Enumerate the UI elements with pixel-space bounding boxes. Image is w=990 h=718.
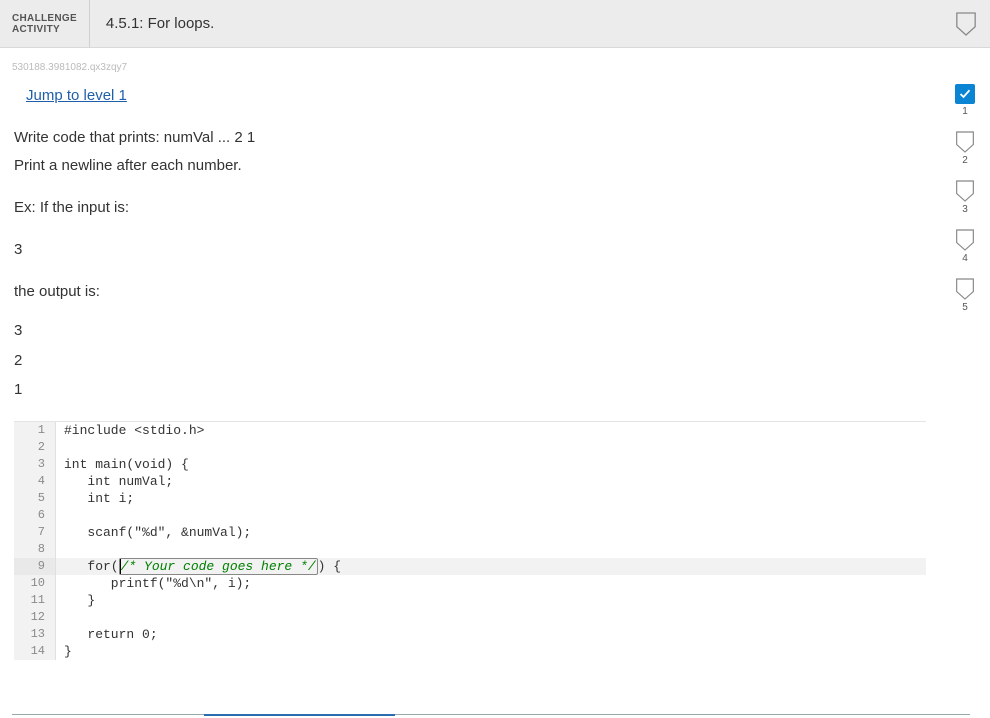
challenge-activity-label: CHALLENGE ACTIVITY [0, 0, 90, 47]
shield-icon [955, 131, 975, 153]
code-line-9[interactable]: for(/* Your code goes here */) { [56, 558, 926, 575]
challenge-label-line2: ACTIVITY [12, 24, 77, 35]
progress-step-2-num: 2 [962, 155, 968, 166]
problem-content: Jump to level 1 Write code that prints: … [0, 79, 940, 660]
code-line-6[interactable] [56, 507, 926, 524]
challenge-label-line1: CHALLENGE [12, 13, 77, 24]
code-line-10[interactable]: printf("%d\n", i); [56, 575, 926, 592]
shield-icon [955, 229, 975, 251]
output-line-3: 1 [14, 377, 926, 403]
hash-id: 530188.3981082.qx3zqy7 [0, 48, 990, 79]
progress-step-1-num: 1 [962, 106, 968, 117]
progress-step-3[interactable]: 3 [955, 180, 975, 215]
code-line-1[interactable]: #include <stdio.h> [56, 422, 926, 439]
check-icon [959, 88, 971, 100]
activity-title: 4.5.1: For loops. [90, 0, 942, 47]
progress-step-4[interactable]: 4 [955, 229, 975, 264]
output-line-1: 3 [14, 318, 926, 344]
progress-step-5[interactable]: 5 [955, 278, 975, 313]
code-line-4[interactable]: int numVal; [56, 473, 926, 490]
code-line-7[interactable]: scanf("%d", &numVal); [56, 524, 926, 541]
progress-step-5-num: 5 [962, 302, 968, 313]
progress-step-4-num: 4 [962, 253, 968, 264]
jump-to-level-link[interactable]: Jump to level 1 [12, 79, 141, 126]
header-bar: CHALLENGE ACTIVITY 4.5.1: For loops. [0, 0, 990, 48]
header-shield-icon [942, 0, 990, 47]
code-line-5[interactable]: int i; [56, 490, 926, 507]
progress-step-1[interactable]: 1 [955, 84, 975, 117]
progress-column: 1 2 3 4 5 [950, 84, 980, 313]
bottom-seg-3[interactable] [395, 714, 587, 718]
output-label: the output is: [14, 280, 926, 304]
shield-icon [955, 278, 975, 300]
code-line-8[interactable] [56, 541, 926, 558]
bottom-tab-bar [12, 714, 970, 718]
code-line-3[interactable]: int main(void) { [56, 456, 926, 473]
code-line-12[interactable] [56, 609, 926, 626]
problem-line-1: Write code that prints: numVal ... 2 1 [14, 126, 926, 150]
bottom-seg-4[interactable] [587, 714, 779, 718]
bottom-seg-1[interactable] [12, 714, 204, 718]
output-line-2: 2 [14, 348, 926, 374]
bottom-seg-2[interactable] [204, 714, 396, 718]
problem-line-2: Print a newline after each number. [14, 154, 926, 178]
code-line-13[interactable]: return 0; [56, 626, 926, 643]
code-line-14[interactable]: } [56, 643, 926, 660]
bottom-seg-5[interactable] [778, 714, 970, 718]
code-line-2[interactable] [56, 439, 926, 456]
progress-step-3-num: 3 [962, 204, 968, 215]
shield-icon [955, 180, 975, 202]
example-input: 3 [14, 238, 926, 262]
progress-step-2[interactable]: 2 [955, 131, 975, 166]
code-editor[interactable]: 1#include <stdio.h> 2 3int main(void) { … [14, 421, 926, 660]
shield-icon [955, 12, 977, 36]
example-label: Ex: If the input is: [14, 196, 926, 220]
code-line-11[interactable]: } [56, 592, 926, 609]
